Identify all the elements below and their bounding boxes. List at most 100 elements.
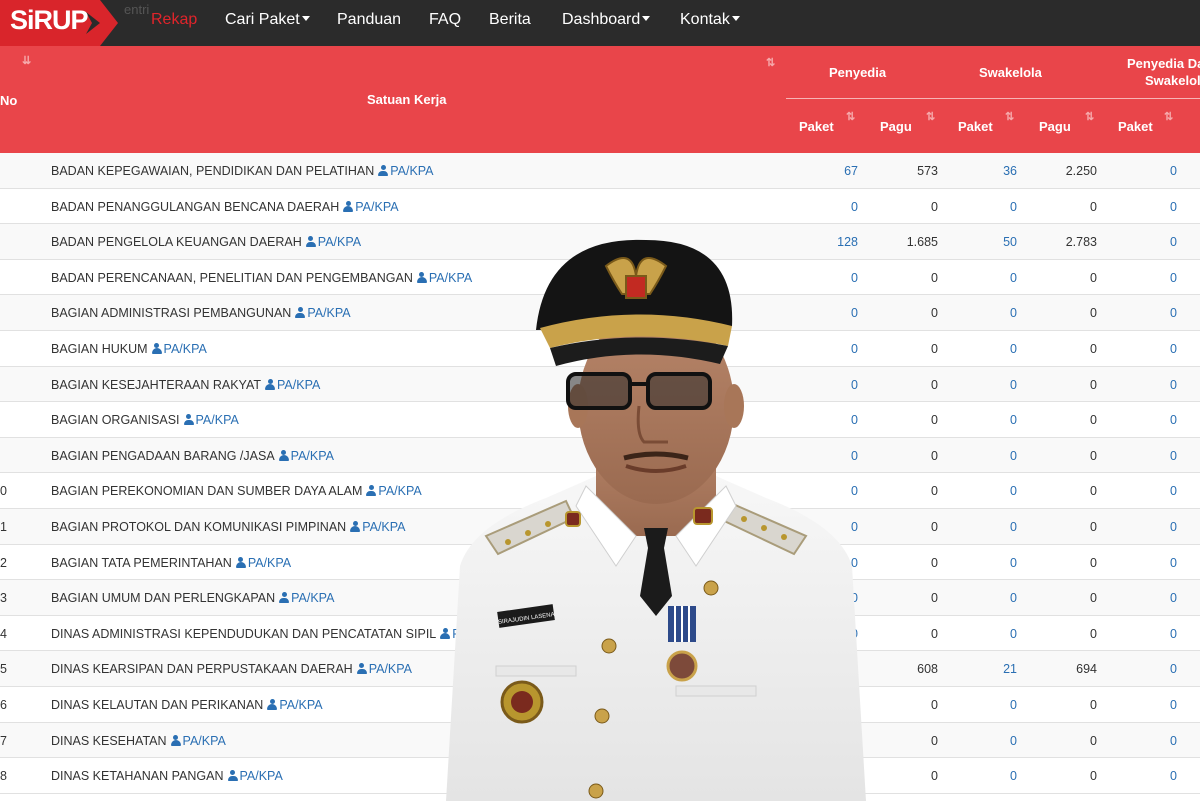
penyedia-dalam-paket-link[interactable]: 0 bbox=[1170, 342, 1177, 356]
header-pagu-penyedia[interactable]: Pagu bbox=[880, 119, 912, 134]
penyedia-dalam-paket-link[interactable]: 0 bbox=[1170, 271, 1177, 285]
header-paket-swakelola[interactable]: Paket bbox=[958, 119, 993, 134]
swakelola-paket-link[interactable]: 0 bbox=[1010, 484, 1017, 498]
penyedia-dalam-paket-link[interactable]: 0 bbox=[1170, 627, 1177, 641]
header-penyedia-dalam-swakelola: Swakelola bbox=[1145, 73, 1200, 88]
swakelola-paket-link[interactable]: 0 bbox=[1010, 342, 1017, 356]
satuan-kerja-name: DINAS KESEHATAN bbox=[51, 733, 167, 748]
swakelola-paket-link[interactable]: 0 bbox=[1010, 520, 1017, 534]
header-pagu-swakelola[interactable]: Pagu bbox=[1039, 119, 1071, 134]
pa-kpa-link[interactable]: PA/KPA bbox=[248, 556, 291, 570]
swakelola-paket-link[interactable]: 0 bbox=[1010, 306, 1017, 320]
penyedia-dalam-paket-link[interactable]: 0 bbox=[1170, 413, 1177, 427]
pa-kpa-link[interactable]: PA/KPA bbox=[369, 662, 412, 676]
nav-berita[interactable]: Berita bbox=[489, 11, 531, 29]
penyedia-dalam-paket-link[interactable]: 0 bbox=[1170, 484, 1177, 498]
header-divider bbox=[786, 98, 1200, 99]
user-icon bbox=[265, 378, 276, 390]
header-satuan-kerja[interactable]: Satuan Kerja bbox=[367, 92, 446, 107]
satuan-kerja-cell: BADAN PERENCANAAN, PENELITIAN DAN PENGEM… bbox=[51, 271, 472, 285]
penyedia-dalam-paket-link[interactable]: 0 bbox=[1170, 235, 1177, 249]
pa-kpa-link[interactable]: PA/KPA bbox=[183, 734, 226, 748]
swakelola-paket-link[interactable]: 0 bbox=[1010, 556, 1017, 570]
penyedia-dalam-paket-link[interactable]: 0 bbox=[1170, 306, 1177, 320]
pa-kpa-link[interactable]: PA/KPA bbox=[279, 698, 322, 712]
swakelola-paket-link[interactable]: 0 bbox=[1010, 200, 1017, 214]
user-icon bbox=[235, 556, 246, 568]
penyedia-dalam-paket-link[interactable]: 0 bbox=[1170, 591, 1177, 605]
nav-rekap[interactable]: Rekap bbox=[151, 11, 197, 29]
sort-icon[interactable]: ⇅ bbox=[1085, 110, 1094, 123]
penyedia-pagu: 0 bbox=[931, 270, 938, 285]
satuan-kerja-name: BAGIAN UMUM DAN PERLENGKAPAN bbox=[51, 591, 276, 606]
sirup-logo[interactable]: SiRUP bbox=[0, 0, 118, 46]
pa-kpa-link[interactable]: PA/KPA bbox=[240, 769, 283, 783]
header-paket-penyedia[interactable]: Paket bbox=[799, 119, 834, 134]
penyedia-dalam-paket-link[interactable]: 0 bbox=[1170, 164, 1177, 178]
pa-kpa-link[interactable]: PA/KPA bbox=[164, 342, 207, 356]
pa-kpa-link[interactable]: PA/KPA bbox=[291, 591, 334, 605]
satuan-kerja-name: BADAN PERENCANAAN, PENELITIAN DAN PENGEM… bbox=[51, 270, 413, 285]
swakelola-paket-link[interactable]: 0 bbox=[1010, 413, 1017, 427]
pa-kpa-link[interactable]: PA/KPA bbox=[355, 200, 398, 214]
swakelola-paket-link[interactable]: 36 bbox=[1003, 164, 1017, 178]
swakelola-paket-link[interactable]: 0 bbox=[1010, 591, 1017, 605]
penyedia-dalam-paket-link[interactable]: 0 bbox=[1170, 378, 1177, 392]
nav-faq[interactable]: FAQ bbox=[429, 11, 461, 29]
header-no[interactable]: No bbox=[0, 93, 17, 108]
penyedia-dalam-paket-link[interactable]: 0 bbox=[1170, 698, 1177, 712]
swakelola-paket-link[interactable]: 0 bbox=[1010, 769, 1017, 783]
penyedia-dalam-paket-link[interactable]: 0 bbox=[1170, 769, 1177, 783]
sort-icon[interactable]: ⇅ bbox=[1164, 110, 1173, 123]
nav-panduan[interactable]: Panduan bbox=[337, 11, 401, 29]
penyedia-dalam-paket-link[interactable]: 0 bbox=[1170, 449, 1177, 463]
header-paket-dalam[interactable]: Paket bbox=[1118, 119, 1153, 134]
user-icon bbox=[279, 592, 290, 604]
pa-kpa-link[interactable]: PA/KPA bbox=[390, 164, 433, 178]
nav-dashboard[interactable]: Dashboard bbox=[562, 11, 651, 29]
pa-kpa-link[interactable]: PA/KPA bbox=[318, 235, 361, 249]
penyedia-paket-link[interactable]: 67 bbox=[844, 164, 858, 178]
swakelola-paket-link[interactable]: 0 bbox=[1010, 734, 1017, 748]
sort-icon[interactable]: ⇅ bbox=[926, 110, 935, 123]
satuan-kerja-cell: DINAS ADMINISTRASI KEPENDUDUKAN DAN PENC… bbox=[51, 627, 496, 641]
penyedia-dalam-paket-link[interactable]: 0 bbox=[1170, 200, 1177, 214]
pa-kpa-link[interactable]: PA/KPA bbox=[307, 306, 350, 320]
swakelola-paket-link[interactable]: 0 bbox=[1010, 627, 1017, 641]
swakelola-paket-link[interactable]: 0 bbox=[1010, 271, 1017, 285]
satuan-kerja-name: DINAS ADMINISTRASI KEPENDUDUKAN DAN PENC… bbox=[51, 626, 437, 641]
nav-kontak[interactable]: Kontak bbox=[680, 11, 740, 29]
penyedia-pagu: 0 bbox=[931, 555, 938, 570]
swakelola-pagu: 0 bbox=[1090, 341, 1097, 356]
pa-kpa-link[interactable]: PA/KPA bbox=[196, 413, 239, 427]
pa-kpa-link[interactable]: PA/KPA bbox=[378, 484, 421, 498]
pa-kpa-link[interactable]: PA/KPA bbox=[277, 378, 320, 392]
swakelola-paket-link[interactable]: 0 bbox=[1010, 378, 1017, 392]
swakelola-pagu: 2.783 bbox=[1065, 235, 1097, 250]
penyedia-pagu: 0 bbox=[931, 413, 938, 428]
sort-asc-icon[interactable]: ⇊ bbox=[22, 54, 31, 67]
penyedia-paket-link[interactable]: 0 bbox=[851, 200, 858, 214]
pa-kpa-link[interactable]: PA/KPA bbox=[291, 449, 334, 463]
sort-icon[interactable]: ⇅ bbox=[1005, 110, 1014, 123]
row-number: 2 bbox=[0, 555, 7, 570]
pa-kpa-link[interactable]: PA/KPA bbox=[362, 520, 405, 534]
swakelola-paket-link[interactable]: 0 bbox=[1010, 698, 1017, 712]
penyedia-pagu: 0 bbox=[931, 484, 938, 499]
swakelola-paket-link[interactable]: 0 bbox=[1010, 449, 1017, 463]
sort-icon[interactable]: ⇅ bbox=[766, 56, 775, 69]
swakelola-pagu: 0 bbox=[1090, 591, 1097, 606]
swakelola-paket-link[interactable]: 50 bbox=[1003, 235, 1017, 249]
penyedia-dalam-paket-link[interactable]: 0 bbox=[1170, 662, 1177, 676]
row-number: 6 bbox=[0, 697, 7, 712]
nav-cari-paket[interactable]: Cari Paket bbox=[225, 11, 310, 29]
satuan-kerja-name: DINAS KELAUTAN DAN PERIKANAN bbox=[51, 697, 264, 712]
satuan-kerja-cell: BADAN KEPEGAWAIAN, PENDIDIKAN DAN PELATI… bbox=[51, 164, 434, 178]
penyedia-dalam-paket-link[interactable]: 0 bbox=[1170, 556, 1177, 570]
penyedia-dalam-paket-link[interactable]: 0 bbox=[1170, 734, 1177, 748]
user-icon bbox=[343, 200, 354, 212]
row-number: 4 bbox=[0, 626, 7, 641]
swakelola-paket-link[interactable]: 21 bbox=[1003, 662, 1017, 676]
sort-icon[interactable]: ⇅ bbox=[846, 110, 855, 123]
penyedia-dalam-paket-link[interactable]: 0 bbox=[1170, 520, 1177, 534]
